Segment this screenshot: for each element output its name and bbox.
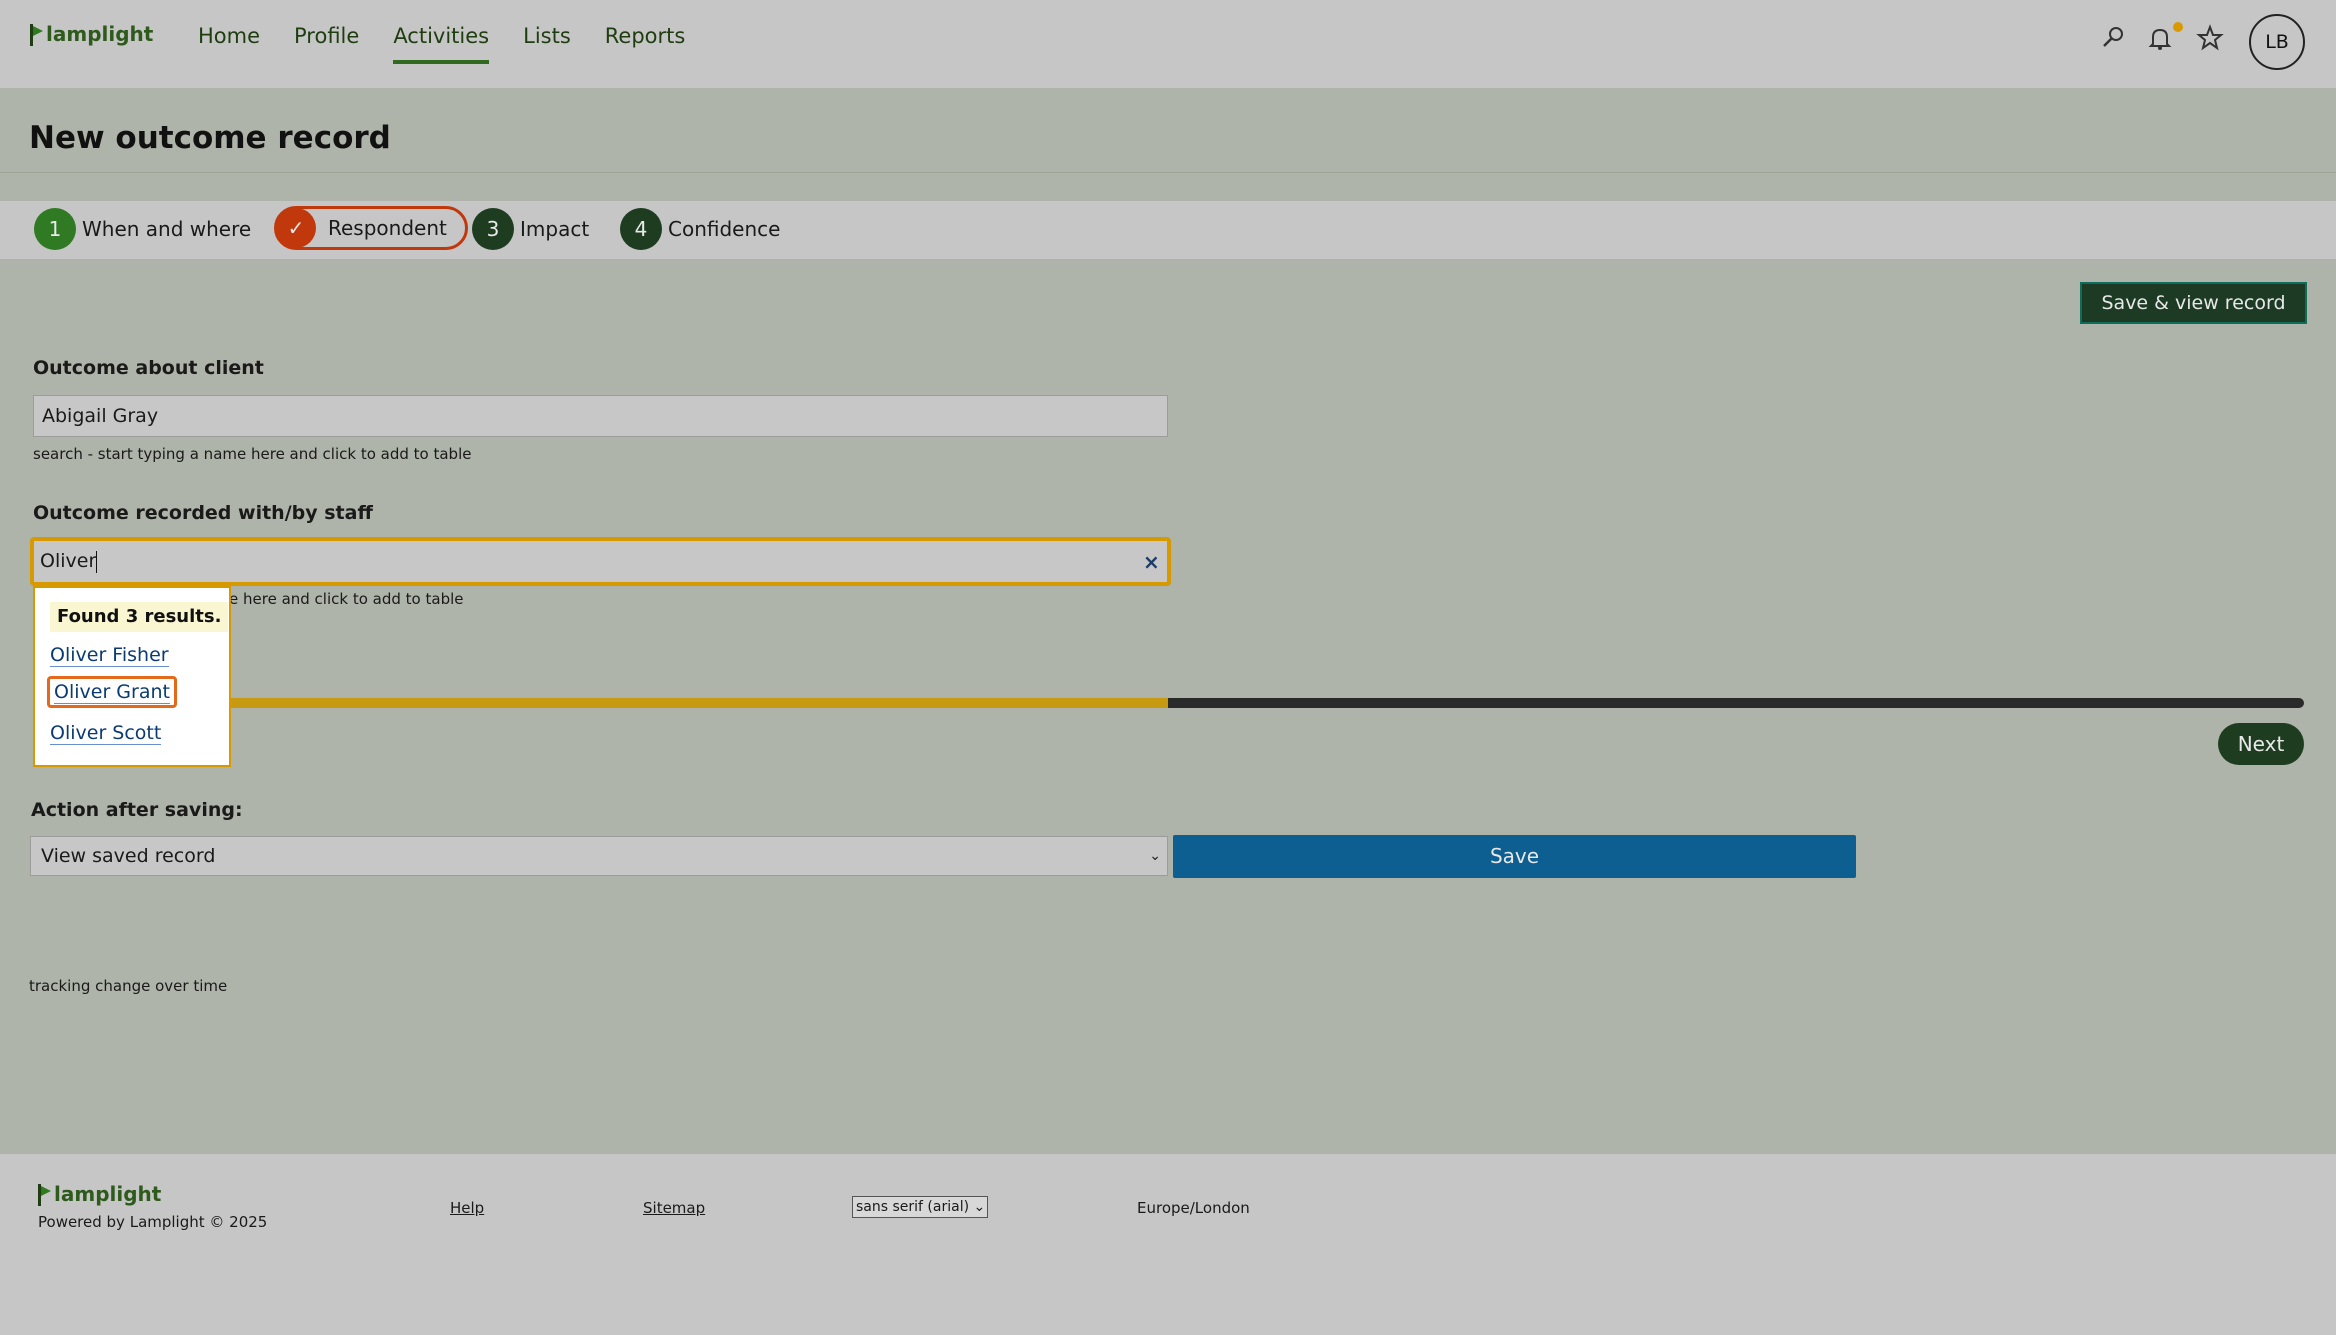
step-label: Respondent [328,216,447,240]
staff-search-input[interactable]: Oliver [30,537,1171,586]
step-navigation: 1 When and where ✓ Respondent 3 Impact 4… [0,201,2336,259]
staff-field-label: Outcome recorded with/by staff [33,502,373,524]
step-impact[interactable]: 3 Impact [472,208,589,250]
staff-search-value: Oliver [40,550,97,572]
step-number: 1 [34,208,76,250]
step-confidence[interactable]: 4 Confidence [620,208,780,250]
user-avatar[interactable]: LB [2249,14,2305,70]
checkmark-icon: ✓ [276,208,316,248]
footer-logo-text: lamplight [54,1182,162,1206]
chevron-down-icon: ⌄ [1149,848,1161,864]
star-icon[interactable] [2196,24,2224,52]
nav-lists[interactable]: Lists [523,24,571,64]
timezone-text: Europe/London [1137,1199,1250,1217]
result-item-highlighted[interactable]: Oliver Grant [47,676,177,708]
lamp-logo-icon [28,24,43,46]
notification-dot [2173,22,2183,32]
step-label: Impact [520,217,590,241]
search-results-dropdown: Found 3 results. Oliver Fisher Oliver Gr… [33,586,231,767]
client-search-help: search - start typing a name here and cl… [33,445,472,463]
clear-icon[interactable]: × [1143,550,1160,574]
step-respondent[interactable]: ✓ Respondent [274,206,468,250]
app-logo[interactable]: lamplight [28,22,153,46]
page-footer [0,1154,2336,1335]
nav-profile[interactable]: Profile [294,24,359,64]
lamp-logo-icon [36,1184,51,1206]
select-value: View saved record [41,845,216,867]
client-search-input[interactable]: Abigail Gray [33,395,1168,437]
client-field-label: Outcome about client [33,357,264,379]
font-select[interactable]: sans serif (arial) ⌄ [852,1196,988,1218]
logo-text: lamplight [46,22,154,46]
result-label: Oliver Grant [54,681,170,704]
help-link[interactable]: Help [450,1199,484,1217]
results-count: Found 3 results. [50,602,229,632]
save-and-view-button[interactable]: Save & view record [2080,282,2307,324]
action-after-saving-select[interactable]: View saved record ⌄ [30,836,1168,876]
step-label: Confidence [668,217,781,241]
next-button[interactable]: Next [2218,723,2304,765]
save-button[interactable]: Save [1173,835,1856,878]
text-caret [96,550,98,573]
staff-search-help: e here and click to add to table [229,590,464,608]
step-label: When and where [82,217,252,241]
footer-logo[interactable]: lamplight [36,1182,161,1206]
progress-bar-remaining [1168,698,2304,708]
bell-icon[interactable] [2146,24,2174,52]
sitemap-link[interactable]: Sitemap [643,1199,705,1217]
step-number: 4 [620,208,662,250]
nav-home[interactable]: Home [198,24,260,64]
result-item[interactable]: Oliver Scott [50,722,162,745]
font-select-value: sans serif (arial) [856,1199,970,1215]
action-after-saving-label: Action after saving: [31,799,243,821]
footer-note: tracking change over time [29,977,228,995]
result-item[interactable]: Oliver Fisher [50,644,169,667]
step-number: 3 [472,208,514,250]
nav-reports[interactable]: Reports [605,24,686,64]
powered-by-text: Powered by Lamplight © 2025 [38,1213,268,1231]
page-title: New outcome record [29,120,391,156]
chevron-down-icon: ⌄ [969,1199,986,1215]
nav-activities[interactable]: Activities [393,24,490,64]
top-navigation: lamplight Home Profile Activities Lists … [0,0,2336,88]
progress-bar-filled [218,698,1168,708]
step-when-and-where[interactable]: 1 When and where [34,208,251,250]
search-icon[interactable] [2099,24,2127,52]
main-nav: Home Profile Activities Lists Reports [198,24,719,64]
